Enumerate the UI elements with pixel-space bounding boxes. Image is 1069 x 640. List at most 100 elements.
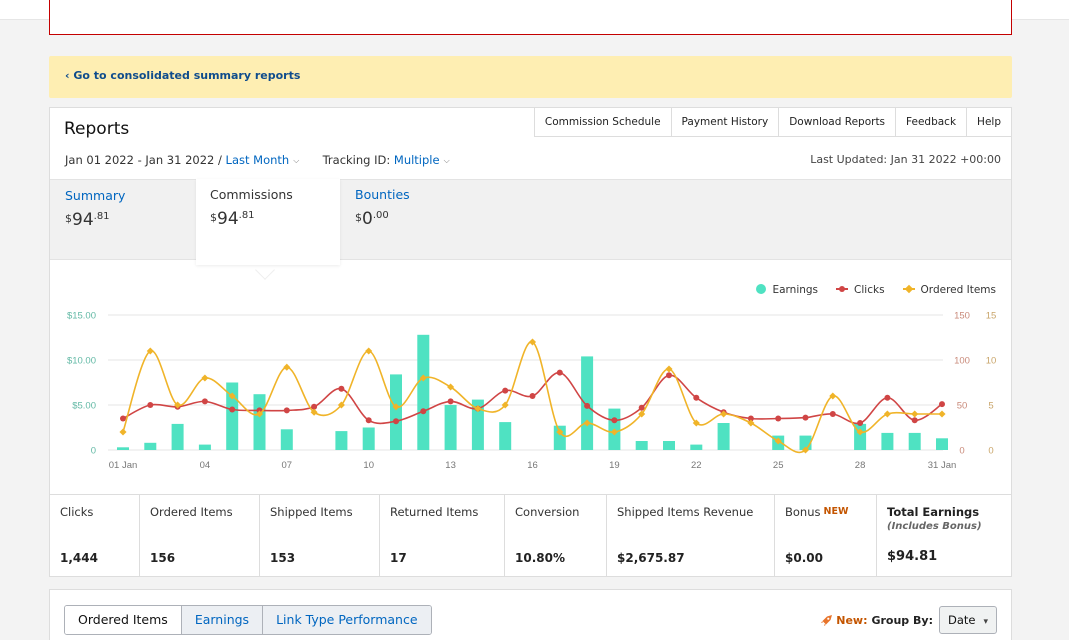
stat-ordered-items: Ordered Items 156 [140, 495, 260, 577]
stat-returned-items: Returned Items 17 [380, 495, 505, 577]
tab-commission-schedule[interactable]: Commission Schedule [533, 108, 671, 137]
bounties-amount: $0.00 [355, 209, 410, 229]
clicks-point [911, 417, 918, 424]
stat-label: Shipped Items [270, 505, 353, 519]
tab-link-type-performance[interactable]: Link Type Performance [263, 606, 431, 634]
x-tick-label: 22 [691, 460, 702, 471]
earnings-dot-icon [756, 284, 767, 294]
summary-label: Summary [65, 188, 126, 203]
consolidated-summary-link[interactable]: ‹ Go to consolidated summary reports [65, 69, 300, 82]
y-tick-label-right-clicks: 50 [957, 401, 968, 412]
earnings-bar [417, 334, 430, 450]
stat-value: 156 [150, 551, 176, 565]
legend-earnings[interactable]: Earnings [756, 284, 818, 296]
stat-shipped-items: Shipped Items 153 [260, 495, 380, 577]
clicks-point [120, 415, 126, 422]
x-tick-label: 10 [363, 460, 374, 471]
y-tick-label-right-clicks: 100 [954, 356, 970, 367]
tab-help[interactable]: Help [966, 108, 1011, 137]
stat-label: Returned Items [390, 505, 479, 519]
earnings-bar [198, 444, 211, 450]
tab-download-reports[interactable]: Download Reports [778, 108, 896, 137]
earnings-bar [253, 394, 266, 450]
y-tick-label-left: $10.00 [67, 356, 96, 367]
bounties-tab[interactable]: Bounties $0.00 [355, 187, 410, 229]
y-tick-label-right-ordered: 5 [988, 401, 993, 412]
y-tick-label-left: 0 [91, 446, 96, 457]
clicks-point [611, 417, 618, 424]
tab-ordered-items[interactable]: Ordered Items [65, 606, 182, 634]
clicks-point [365, 417, 372, 424]
clicks-point [229, 406, 236, 413]
amount-dollars: 0 [362, 209, 373, 229]
y-tick-label-right-ordered: 10 [986, 356, 997, 367]
tab-feedback[interactable]: Feedback [895, 108, 967, 137]
stat-bonus: Bonus NEW $0.00 [775, 495, 877, 577]
chart-legend: Earnings Clicks Ordered Items [756, 284, 996, 296]
chart-canvas: $15.00 150 15$10.00 100 10$5.00 50 50 0 001 Jan 0… [67, 311, 997, 472]
earnings-bar [881, 432, 894, 450]
y-tick-label-right-ordered: 0 [988, 446, 993, 457]
tab-payment-history[interactable]: Payment History [670, 108, 779, 137]
notice-banner: ‹ Go to consolidated summary reports [49, 56, 1012, 98]
stat-value: $0.00 [785, 551, 823, 565]
amount-dollars: 94 [72, 210, 94, 230]
legend-clicks[interactable]: Clicks [836, 284, 885, 296]
period-dropdown[interactable]: Last Month ⌵ [226, 153, 300, 167]
amount-cents: .81 [238, 210, 255, 221]
date-filter-row: Jan 01 2022 - Jan 31 2022 / Last Month ⌵ … [65, 153, 450, 167]
earnings-bar [936, 438, 948, 450]
x-tick-label: 07 [282, 460, 293, 471]
stat-value: $2,675.87 [617, 551, 685, 565]
tracking-value: Multiple [393, 153, 440, 167]
ordered-line-icon [902, 284, 915, 294]
ordered-items-point [365, 347, 373, 355]
chevron-down-icon: ⌵ [293, 156, 300, 165]
earnings-bar [444, 405, 457, 450]
earnings-bar [635, 441, 648, 450]
clicks-point [556, 369, 563, 376]
stat-label: Ordered Items [150, 505, 233, 519]
stat-label: Conversion [515, 505, 580, 519]
earnings-bar [280, 429, 293, 450]
clicks-point [201, 398, 208, 405]
clicks-point [147, 402, 154, 408]
summary-amount: $94.81 [65, 210, 125, 230]
clicks-point [502, 387, 509, 394]
total-value: $94.81 [887, 549, 938, 564]
legend-clicks-label: Clicks [854, 284, 885, 296]
amount-cents: .81 [93, 211, 110, 222]
x-tick-label: 31 Jan [928, 460, 957, 471]
stat-label: Clicks [60, 505, 94, 519]
commissions-label: Commissions [210, 187, 293, 202]
tracking-id-dropdown[interactable]: Multiple ⌵ [394, 153, 450, 167]
clicks-point [447, 398, 454, 405]
earnings-bar [717, 423, 730, 450]
summary-tab[interactable]: Summary $94.81 [65, 188, 125, 230]
group-by-select[interactable]: Date ▾ [938, 606, 997, 634]
summary-strip: Summary $94.81 [50, 179, 1011, 260]
legend-ordered-items[interactable]: Ordered Items [902, 284, 996, 296]
chevron-down-icon: ⌵ [443, 156, 450, 165]
commissions-content: Commissions $94.81 [210, 187, 293, 229]
group-by-value: Date [947, 613, 976, 627]
total-sublabel: (Includes Bonus) [887, 521, 982, 532]
currency-symbol: $ [210, 211, 217, 224]
earnings-bar [499, 422, 512, 450]
earnings-bar [390, 374, 402, 450]
earnings-chart: Earnings Clicks Ordered Items $15.00 150 1… [50, 273, 1011, 493]
stat-value: 1,444 [60, 551, 98, 565]
commissions-tab[interactable]: Commissions $94.81 [196, 179, 340, 265]
ordered-items-point [119, 428, 127, 436]
clicks-point [420, 408, 427, 415]
earnings-bar [171, 423, 184, 450]
clicks-point [529, 393, 536, 399]
y-tick-label-right-clicks: 0 [959, 446, 964, 457]
y-tick-label-left: $5.00 [72, 401, 96, 412]
report-table-card: Ordered Items Earnings Link Type Perform… [49, 589, 1012, 640]
clicks-point [802, 414, 809, 421]
earnings-bar [335, 431, 348, 450]
tab-earnings[interactable]: Earnings [181, 606, 264, 634]
stats-row: Clicks 1,444 Ordered Items 156 Shipped I… [50, 494, 1011, 577]
alert-box [49, 0, 1012, 35]
